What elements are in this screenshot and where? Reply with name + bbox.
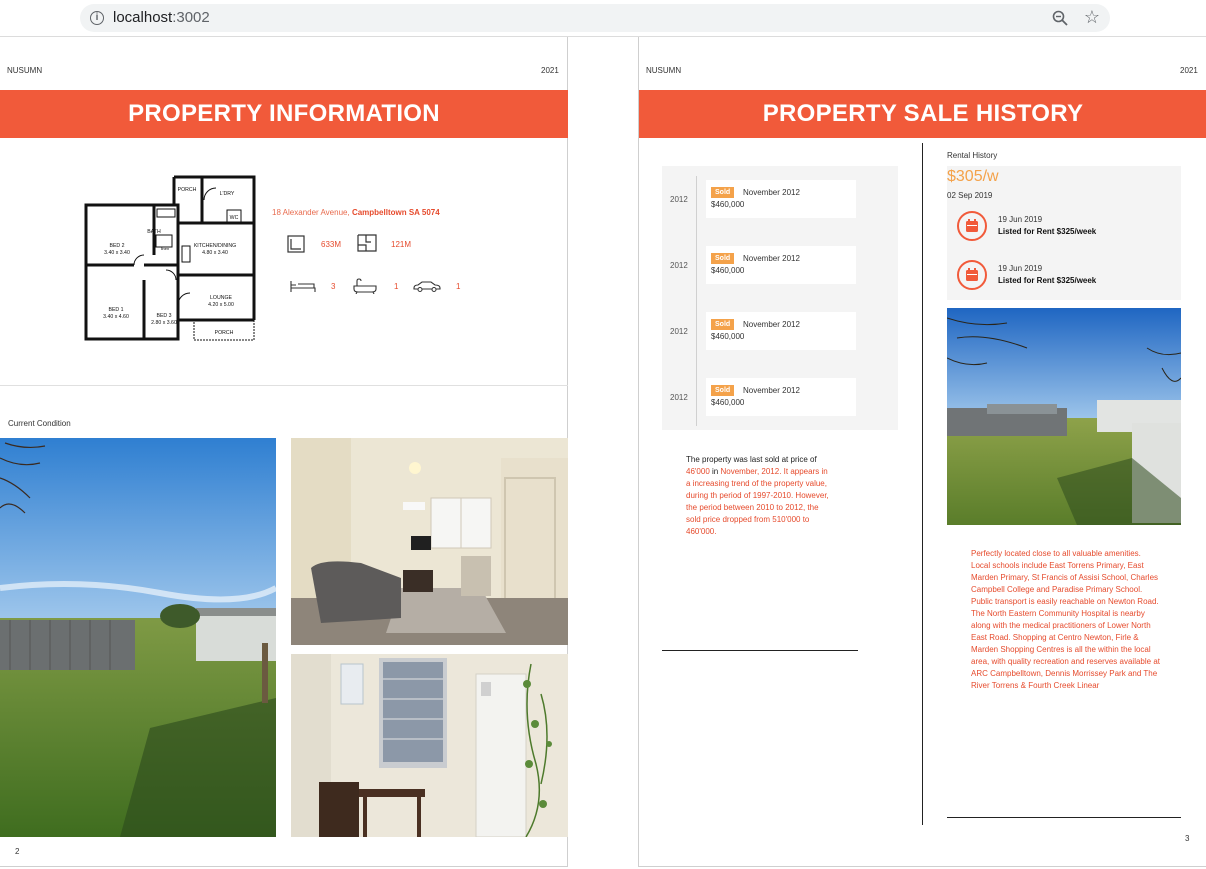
header-year: 2021	[1180, 66, 1198, 75]
dining-corner-photo	[291, 654, 568, 837]
bathrooms-value: 1	[394, 282, 399, 291]
car-icon	[413, 281, 441, 292]
page-title: PROPERTY INFORMATION	[0, 90, 568, 138]
floor-plan-image: PORCH L'DRY WC BATH linen BED 2 3.40 x 3…	[84, 175, 256, 341]
rent-date: 02 Sep 2019	[947, 191, 993, 200]
floor-size-value: 121M	[391, 240, 412, 249]
sale-price: $460,000	[711, 332, 745, 341]
sale-price: $460,000	[711, 200, 745, 209]
floorplan-kitchen-size: 4.80 x 3.40	[202, 250, 228, 256]
current-condition-label: Current Condition	[8, 419, 71, 428]
rent-price: $305/w	[947, 168, 999, 185]
page-number: 3	[1185, 834, 1190, 843]
page-property-sale-history: NUSUMN 2021 PROPERTY SALE HISTORY 2012 S…	[638, 37, 1206, 867]
sale-year: 2012	[670, 327, 688, 336]
sale-summary-text: The property was last sold at price of 4…	[686, 455, 829, 536]
floorplan-bed2-label: BED 2	[110, 243, 125, 249]
rental-event-date: 19 Jun 2019	[998, 264, 1043, 273]
sale-year: 2012	[670, 195, 688, 204]
floorplan-linen-label: linen	[161, 246, 169, 251]
sale-date: November 2012	[743, 188, 800, 197]
left-column-rule	[662, 650, 858, 651]
bedrooms-value: 3	[331, 282, 336, 291]
document-viewer: NUSUMN 2021 PROPERTY INFORMATION PORCH L…	[0, 37, 1206, 869]
sale-history-timeline: 2012 Sold November 2012 $460,000 2012 So…	[662, 166, 898, 430]
calendar-icon	[957, 260, 987, 290]
info-icon[interactable]: i	[90, 11, 104, 25]
rental-history-box: $305/w 02 Sep 2019 19 Jun 2019 Listed fo…	[947, 166, 1181, 300]
sold-tag: Sold	[711, 253, 735, 264]
browser-toolbar: i localhost:3002 ☆	[0, 0, 1206, 37]
land-size-value: 633M	[321, 240, 342, 249]
section-divider	[0, 385, 568, 386]
bath-icon	[353, 278, 377, 294]
calendar-icon	[957, 211, 987, 241]
floorplan-bath-label: BATH	[147, 229, 161, 235]
timeline-line	[696, 176, 697, 426]
floorplan-bed1-size: 3.40 x 4.60	[103, 314, 129, 320]
sale-date: November 2012	[743, 254, 800, 263]
address-bar[interactable]: i localhost:3002 ☆	[80, 4, 1110, 32]
floorplan-wc-label: WC	[230, 215, 239, 221]
sale-card: Sold November 2012 $460,000	[706, 246, 856, 284]
living-room-photo	[291, 438, 568, 645]
floorplan-lounge-label: LOUNGE	[210, 295, 232, 301]
header-year: 2021	[541, 66, 559, 75]
right-column-rule	[947, 817, 1181, 818]
backyard-photo	[0, 438, 276, 837]
sale-price: $460,000	[711, 398, 745, 407]
floorplan-bed3-size: 2.80 x 3.60	[151, 320, 177, 326]
sale-date: November 2012	[743, 386, 800, 395]
sale-date: November 2012	[743, 320, 800, 329]
rental-event-text: Listed for Rent $325/week	[998, 227, 1097, 236]
floorplan-bed1-label: BED 1	[109, 307, 124, 313]
column-divider	[922, 143, 923, 825]
zoom-icon[interactable]	[1052, 10, 1068, 26]
page-number: 2	[15, 847, 20, 856]
floorplan-bed3-label: BED 3	[157, 313, 172, 319]
floorplan-bed2-size: 3.40 x 3.40	[104, 250, 130, 256]
car-spaces-value: 1	[456, 282, 461, 291]
rental-event-text: Listed for Rent $325/week	[998, 276, 1097, 285]
rental-history-label: Rental History	[947, 151, 998, 160]
sale-price: $460,000	[711, 266, 745, 275]
page-property-information: NUSUMN 2021 PROPERTY INFORMATION PORCH L…	[0, 37, 568, 867]
property-address: 18 Alexander Avenue, Campbelltown SA 507…	[272, 208, 440, 217]
floor-plan-icon	[357, 234, 377, 252]
sale-card: Sold November 2012 $460,000	[706, 180, 856, 218]
sale-year: 2012	[670, 261, 688, 270]
floorplan-ldry-label: L'DRY	[220, 191, 235, 197]
brand-name: NUSUMN	[7, 66, 43, 75]
brand-name: NUSUMN	[646, 66, 682, 75]
sold-tag: Sold	[711, 319, 735, 330]
sale-year: 2012	[670, 393, 688, 402]
bookmark-star-icon[interactable]: ☆	[1084, 8, 1100, 26]
sold-tag: Sold	[711, 385, 735, 396]
yard-photo	[947, 308, 1181, 525]
sale-card: Sold November 2012 $460,000	[706, 312, 856, 350]
bed-icon	[290, 281, 316, 292]
url-text[interactable]: localhost:3002	[113, 9, 210, 26]
floorplan-porch-bottom-label: PORCH	[215, 330, 234, 336]
land-size-icon	[287, 235, 305, 253]
sold-tag: Sold	[711, 187, 735, 198]
floorplan-lounge-size: 4.20 x 5.00	[208, 302, 234, 308]
page-title: PROPERTY SALE HISTORY	[639, 90, 1206, 138]
rental-event-date: 19 Jun 2019	[998, 215, 1043, 224]
floorplan-kitchen-label: KITCHEN/DINING	[194, 243, 236, 249]
property-description: Perfectly located close to all valuable …	[971, 549, 1160, 690]
floorplan-porch-top-label: PORCH	[178, 187, 197, 193]
sale-card: Sold November 2012 $460,000	[706, 378, 856, 416]
